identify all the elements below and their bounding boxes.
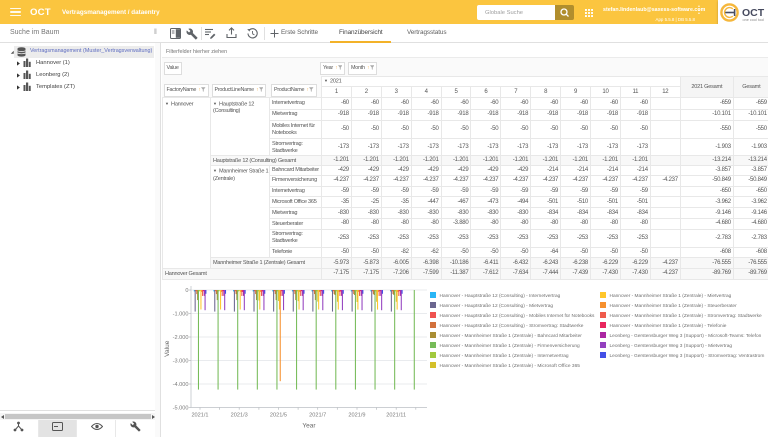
svg-text:-5.000: -5.000	[173, 406, 189, 412]
svg-text:2021/1: 2021/1	[191, 413, 208, 419]
svg-text:Hannover - Mannheimer Straße 1: Hannover - Mannheimer Straße 1 (Zentrale…	[440, 343, 581, 349]
svg-text:Hannover - Mannheimer Straße 1: Hannover - Mannheimer Straße 1 (Zentrale…	[440, 353, 569, 359]
svg-text:2021/7: 2021/7	[309, 413, 326, 419]
svg-text:one cool tool: one cool tool	[743, 18, 765, 22]
svg-text:Year: Year	[302, 423, 316, 430]
svg-text:Hannover - Mannheimer Straße 1: Hannover - Mannheimer Straße 1 (Zentrale…	[610, 313, 763, 319]
svg-text:Leonberg - Gerstensburger Weg: Leonberg - Gerstensburger Weg 3 (Support…	[610, 353, 765, 359]
svg-text:0: 0	[185, 288, 188, 294]
svg-text:Hannover - Mannheimer Straße 1: Hannover - Mannheimer Straße 1 (Zentrale…	[440, 363, 581, 369]
svg-text:2021/9: 2021/9	[348, 413, 365, 419]
svg-text:2021/11: 2021/11	[386, 413, 406, 419]
svg-text:Hannover - Hauptstraße 12 (Con: Hannover - Hauptstraße 12 (Consulting) -…	[440, 323, 584, 329]
svg-text:-3.000: -3.000	[173, 359, 189, 365]
svg-text:Hannover - Hauptstraße 12 (Con: Hannover - Hauptstraße 12 (Consulting) -…	[440, 313, 596, 319]
svg-text:2021/3: 2021/3	[231, 413, 248, 419]
svg-text:Hannover - Mannheimer Straße 1: Hannover - Mannheimer Straße 1 (Zentrale…	[610, 303, 738, 309]
svg-text:Hannover - Mannheimer Straße 1: Hannover - Mannheimer Straße 1 (Zentrale…	[440, 333, 583, 339]
svg-text:Hannover - Mannheimer Straße 1: Hannover - Mannheimer Straße 1 (Zentrale…	[610, 293, 732, 299]
svg-text:Hannover - Hauptstraße 12 (Con: Hannover - Hauptstraße 12 (Consulting) -…	[440, 303, 554, 309]
svg-text:-2.000: -2.000	[173, 335, 189, 341]
svg-text:Value: Value	[164, 340, 171, 357]
svg-text:2021/5: 2021/5	[270, 413, 287, 419]
svg-text:-1.000: -1.000	[173, 312, 189, 318]
svg-text:Hannover - Hauptstraße 12 (Con: Hannover - Hauptstraße 12 (Consulting) -…	[440, 293, 561, 299]
svg-text:Leonberg - Gerstensburger Weg: Leonberg - Gerstensburger Weg 3 (Support…	[610, 343, 733, 349]
svg-text:Leonberg - Gerstensburger Weg: Leonberg - Gerstensburger Weg 3 (Support…	[610, 333, 762, 339]
svg-text:Hannover - Mannheimer Straße 1: Hannover - Mannheimer Straße 1 (Zentrale…	[610, 323, 727, 329]
svg-text:-4.000: -4.000	[173, 382, 189, 388]
